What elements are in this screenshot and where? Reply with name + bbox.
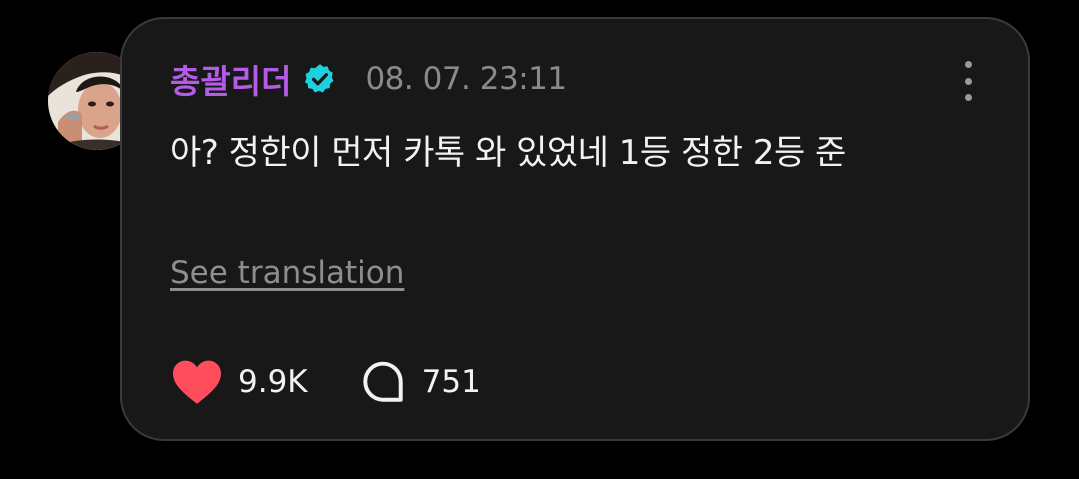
author-name[interactable]: 총괄리더 <box>170 55 291 103</box>
post-bubble: 총괄리더 08. 07. 23:11 아? 정한이 먼저 카톡 와 있었네 1등… <box>120 17 1030 441</box>
post-header: 총괄리더 08. 07. 23:11 <box>170 57 567 101</box>
see-translation-link[interactable]: See translation <box>170 255 404 291</box>
post-container: 총괄리더 08. 07. 23:11 아? 정한이 먼저 카톡 와 있었네 1등… <box>0 0 1079 479</box>
more-dot <box>964 61 972 68</box>
more-dot <box>964 77 972 85</box>
like-count: 9.9K <box>238 364 308 400</box>
reply-count: 751 <box>421 364 481 400</box>
like-button[interactable]: 9.9K <box>170 358 308 406</box>
more-dot <box>964 94 972 101</box>
reply-button[interactable]: 751 <box>358 357 481 407</box>
speech-bubble-icon <box>362 361 403 402</box>
post-timestamp: 08. 07. 23:11 <box>365 61 567 97</box>
post-actions: 9.9K 751 <box>170 357 481 407</box>
more-options-icon[interactable] <box>960 61 976 101</box>
heart-icon <box>173 360 221 404</box>
post-text: 아? 정한이 먼저 카톡 와 있었네 1등 정한 2등 준 <box>170 133 846 173</box>
verified-badge-icon <box>305 64 334 93</box>
